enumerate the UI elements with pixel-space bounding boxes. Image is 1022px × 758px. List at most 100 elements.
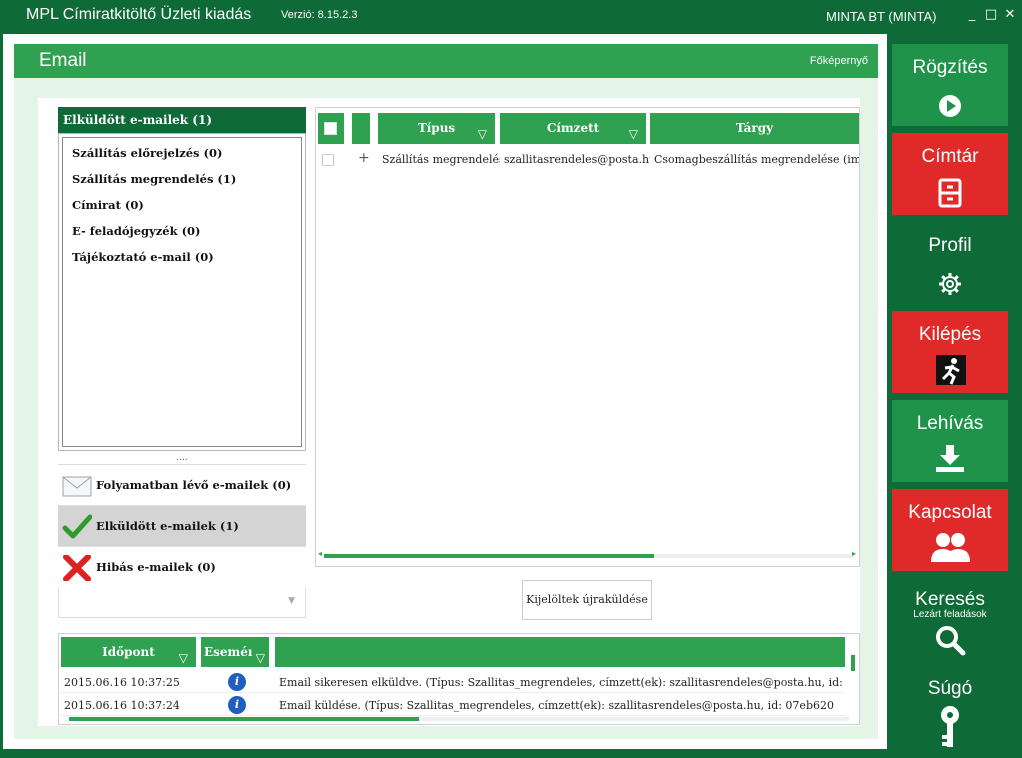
- scrollbar-thumb[interactable]: [324, 554, 654, 558]
- maximize-button[interactable]: □: [984, 8, 998, 22]
- content-area: Email Főképernyő Elküldött e-mailek (1) …: [3, 34, 887, 749]
- envelope-icon: [62, 476, 92, 497]
- scrollbar-thumb[interactable]: [851, 655, 855, 671]
- scroll-left-icon[interactable]: ◂: [318, 549, 322, 558]
- column-header-cimzett[interactable]: Címzett ▽: [500, 113, 646, 144]
- email-category-list-frame: Szállítás előrejelzés (0) Szállítás megr…: [58, 133, 306, 451]
- app-title: MPL Címiratkitöltő Üzleti kiadás: [26, 6, 252, 23]
- mode-label: Elküldött e-mailek (1): [96, 519, 239, 533]
- mode-failed[interactable]: Hibás e-mailek (0): [58, 546, 306, 587]
- log-message: Email küldése. (Típus: Szallitas_megrend…: [279, 699, 834, 712]
- nav-label: Kilépés: [918, 324, 982, 345]
- filter-icon[interactable]: ▽: [478, 119, 487, 150]
- nav-kilepes[interactable]: Kilépés: [892, 311, 1008, 393]
- nav-kapcsolat[interactable]: Kapcsolat: [892, 489, 1008, 571]
- expand-column-header: [352, 113, 370, 144]
- log-row[interactable]: 2015.06.16 10:37:25 i Email sikeresen el…: [59, 671, 845, 693]
- log-time: 2015.06.16 10:37:25: [64, 676, 180, 689]
- category-item-szallitas-elorejelzes[interactable]: Szállítás előrejelzés (0): [72, 146, 222, 160]
- nav-rogzites[interactable]: Rögzítés: [892, 44, 1008, 126]
- email-category-header: Elküldött e-mailek (1): [58, 107, 306, 133]
- play-icon: [939, 95, 961, 117]
- column-header-targy[interactable]: Tárgy: [650, 113, 859, 144]
- minimize-button[interactable]: _: [965, 8, 979, 22]
- mode-label: Folyamatban lévő e-mailek (0): [96, 478, 292, 492]
- log-header-message: [275, 637, 845, 667]
- category-item-e-feladojegyzek[interactable]: E- feladójegyzék (0): [72, 224, 200, 238]
- column-header-label: Típus: [417, 121, 456, 135]
- nav-label: Címtár: [921, 146, 979, 167]
- nav-cimtar[interactable]: Címtár: [892, 133, 1008, 215]
- home-link[interactable]: Főképernyő: [810, 55, 868, 67]
- title-bar: MPL Címiratkitöltő Üzleti kiadás Verzió:…: [0, 0, 1022, 33]
- filter-icon[interactable]: ▽: [179, 643, 188, 673]
- download-icon: [936, 445, 964, 472]
- email-panel: Elküldött e-mailek (1) Szállítás előreje…: [38, 98, 860, 726]
- filter-icon[interactable]: ▽: [256, 643, 265, 673]
- nav-label: Keresés: [915, 589, 985, 610]
- scroll-right-icon[interactable]: ▸: [852, 549, 856, 558]
- nav-label: Kapcsolat: [908, 502, 992, 523]
- category-item-szallitas-megrendeles[interactable]: Szállítás megrendelés (1): [72, 172, 236, 186]
- email-category-list: Szállítás előrejelzés (0) Szállítás megr…: [62, 137, 302, 447]
- page-header: Email Főképernyő: [14, 44, 878, 78]
- nav-label: Súgó: [927, 678, 973, 699]
- nav-label: Lehívás: [916, 413, 984, 434]
- log-time: 2015.06.16 10:37:24: [64, 699, 180, 712]
- select-all-checkbox[interactable]: [324, 122, 337, 135]
- search-icon: [936, 626, 966, 656]
- filter-icon[interactable]: ▽: [629, 119, 638, 150]
- mode-list-footer: ▼: [58, 588, 306, 618]
- cell-recipient: szallitasrendeles@posta.hu: [504, 153, 650, 166]
- info-icon: i: [228, 696, 246, 714]
- nav-sublabel: Lezárt feladások: [913, 609, 987, 620]
- email-page: Email Főképernyő Elküldött e-mailek (1) …: [14, 44, 878, 739]
- row-checkbox[interactable]: [322, 154, 334, 166]
- red-x-icon: [63, 555, 91, 581]
- gear-icon: [939, 273, 961, 295]
- cell-subject: Csomagbeszállítás megrendelése (imre: [654, 153, 859, 166]
- log-row[interactable]: 2015.06.16 10:37:24 i Email küldése. (Tí…: [59, 694, 845, 716]
- event-log: Időpont ▽ Eseméı ▽ 2015.06.16 10:37:25 i…: [58, 633, 860, 725]
- nav-kereses[interactable]: Keresés Lezárt feladások: [892, 578, 1008, 660]
- exit-icon: [936, 355, 966, 385]
- category-item-tajekoztato[interactable]: Tájékoztató e-mail (0): [72, 250, 214, 264]
- horizontal-scrollbar[interactable]: [324, 554, 854, 558]
- close-button[interactable]: ✕: [1003, 8, 1017, 22]
- page-title: Email: [39, 50, 87, 71]
- nav-lehivas[interactable]: Lehívás: [892, 400, 1008, 482]
- app-version: Verzió: 8.15.2.3: [281, 9, 358, 21]
- resend-selected-button[interactable]: Kijelöltek újraküldése: [522, 580, 652, 620]
- nav-sugo[interactable]: Súgó: [892, 667, 1008, 749]
- checkmark-icon: [62, 514, 92, 539]
- nav-label: Profil: [928, 235, 972, 256]
- email-grid: Típus ▽ Címzett ▽ Tárgy + Szállítás megr…: [315, 107, 860, 567]
- dropdown-arrow-icon[interactable]: ▼: [288, 596, 295, 606]
- expand-icon[interactable]: +: [358, 150, 370, 166]
- column-header-label: Címzett: [546, 121, 600, 135]
- log-header-time[interactable]: Időpont ▽: [61, 637, 196, 667]
- mode-sent[interactable]: Elküldött e-mailek (1): [58, 505, 306, 546]
- log-vertical-scrollbar[interactable]: [849, 637, 857, 711]
- cabinet-icon: [938, 178, 962, 208]
- log-message: Email sikeresen elküldve. (Típus: Szalli…: [279, 676, 845, 689]
- mode-in-progress[interactable]: Folyamatban lévő e-mailek (0): [58, 464, 306, 505]
- key-icon: [941, 706, 959, 747]
- panel-splitter[interactable]: ....: [58, 454, 306, 463]
- mode-label: Hibás e-mailek (0): [96, 560, 216, 574]
- nav-profil[interactable]: Profil: [892, 222, 1008, 304]
- people-icon: [931, 533, 970, 562]
- nav-label: Rögzítés: [912, 57, 988, 78]
- column-header-label: Tárgy: [735, 121, 774, 135]
- column-header-tipus[interactable]: Típus ▽: [378, 113, 495, 144]
- cell-type: Szállítás megrendelés: [382, 153, 500, 166]
- column-header-label: Időpont: [102, 645, 155, 659]
- log-header-event[interactable]: Eseméı ▽: [201, 637, 269, 667]
- table-row[interactable]: + Szállítás megrendelés szallitasrendele…: [316, 150, 859, 170]
- company-name: MINTA BT (MINTA): [826, 9, 937, 24]
- log-horizontal-scrollbar[interactable]: [69, 717, 849, 721]
- column-header-label: Eseméı: [204, 645, 253, 659]
- category-item-cimirat[interactable]: Címirat (0): [72, 198, 144, 212]
- scrollbar-thumb[interactable]: [69, 717, 419, 721]
- select-all-header[interactable]: [318, 113, 344, 144]
